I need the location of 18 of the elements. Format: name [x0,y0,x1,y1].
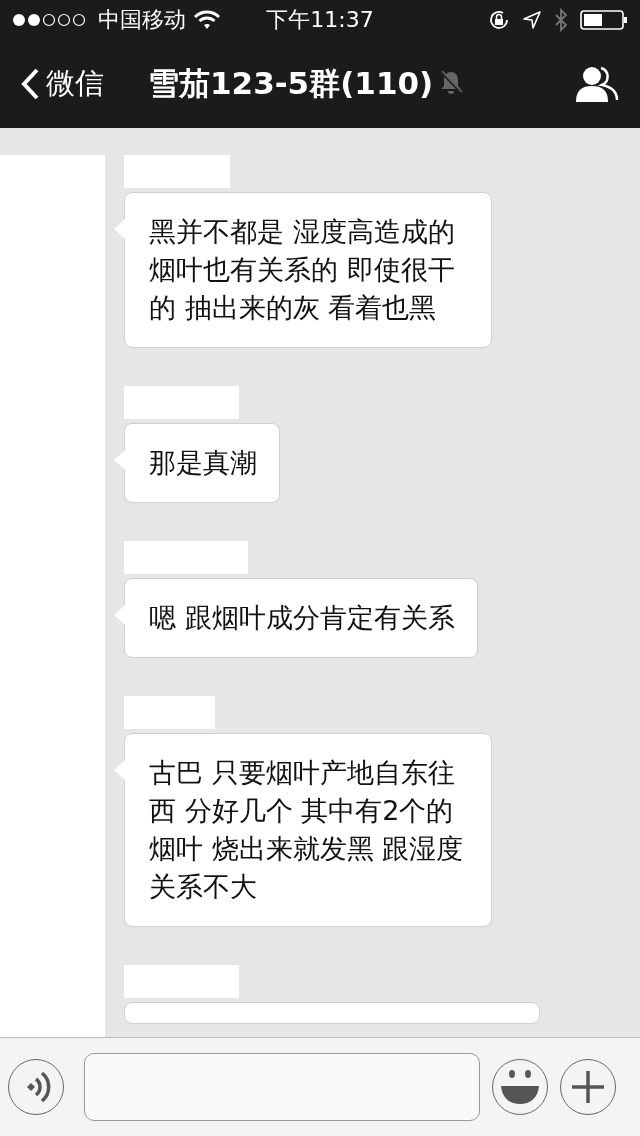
bubble-tail [114,605,125,625]
plus-icon [570,1069,606,1105]
location-arrow-icon [522,10,542,30]
carrier-name: 中国移动 [98,6,186,34]
back-button[interactable]: 微信 [20,64,104,104]
wifi-icon [194,10,220,30]
clock-time: 下午11:37 [266,6,374,34]
group-members-icon[interactable] [574,64,620,104]
smiley-icon [498,1068,542,1106]
bubble-tail [114,760,125,780]
chat-title: 雪茄123-5群(110) [148,64,434,103]
bubble-tail [114,450,125,470]
bubble-tail [114,219,125,239]
rotation-lock-icon [488,9,510,31]
battery-icon [580,9,628,31]
bluetooth-icon [554,8,568,32]
message-input-field[interactable] [84,1053,480,1121]
chevron-left-icon [20,67,40,101]
